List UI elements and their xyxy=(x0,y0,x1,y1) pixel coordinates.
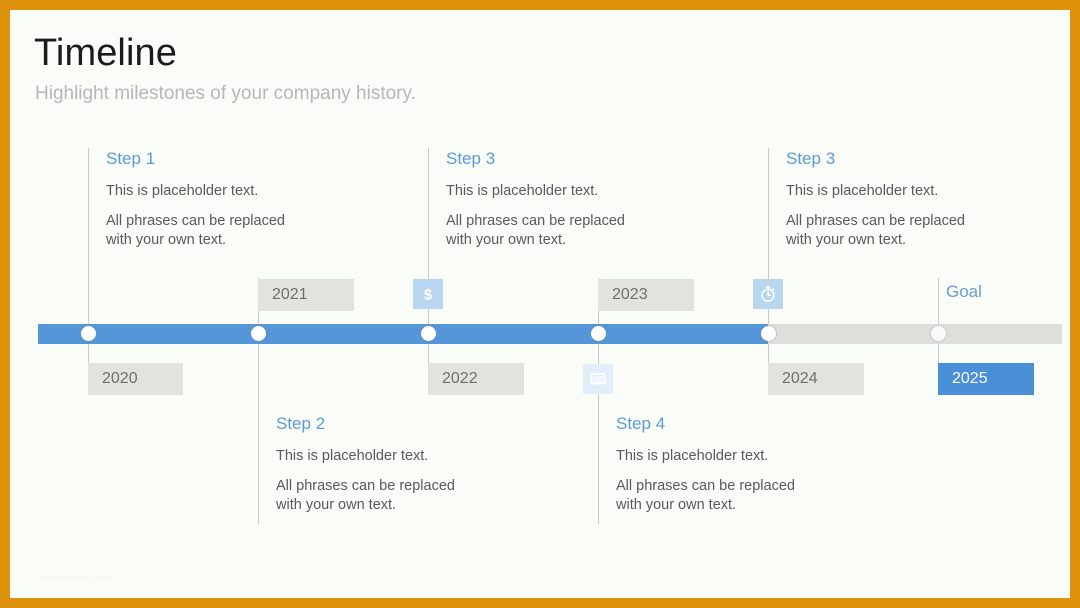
step-line: This is placeholder text. xyxy=(276,448,429,464)
step-line: All phrases can be replaced xyxy=(276,478,455,494)
step-line: All phrases can be replaced xyxy=(446,213,625,229)
timeline-node-2021[interactable] xyxy=(250,326,266,341)
step-title: Step 3 xyxy=(786,149,836,168)
timeline-node-2020[interactable] xyxy=(80,326,96,341)
slide-canvas: Timeline Highlight milestones of your co… xyxy=(10,10,1070,598)
step-line: This is placeholder text. xyxy=(446,183,599,199)
step-line: All phrases can be replaced xyxy=(106,213,285,229)
timeline-progress xyxy=(38,324,768,344)
goal-label: Goal xyxy=(946,282,982,301)
timeline-node-2025[interactable] xyxy=(930,326,946,341)
step-line: with your own text. xyxy=(276,497,397,513)
step-block-top-2: Step 3 This is placeholder text. All phr… xyxy=(428,149,748,271)
watermark: slidemodel.com xyxy=(42,573,111,583)
step-title: Step 3 xyxy=(446,149,496,168)
step-line: with your own text. xyxy=(616,497,737,513)
step-line: with your own text. xyxy=(446,232,567,248)
step-line: This is placeholder text. xyxy=(786,183,939,199)
dollar-icon[interactable]: $ xyxy=(413,279,443,309)
step-line: This is placeholder text. xyxy=(616,448,769,464)
slide-frame: Timeline Highlight milestones of your co… xyxy=(0,0,1080,608)
step-block-top-3: Step 3 This is placeholder text. All phr… xyxy=(768,149,1058,271)
step-title: Step 1 xyxy=(106,149,156,168)
year-chip-2024[interactable]: 2024 xyxy=(768,363,864,395)
year-chip-2025[interactable]: 2025 xyxy=(938,363,1034,395)
step-line: All phrases can be replaced xyxy=(786,213,965,229)
page-subtitle: Highlight milestones of your company his… xyxy=(35,83,416,104)
step-line: with your own text. xyxy=(786,232,907,248)
step-line: with your own text. xyxy=(106,232,227,248)
page-title: Timeline xyxy=(34,32,177,74)
timeline-node-2024[interactable] xyxy=(760,326,776,341)
year-chip-2022[interactable]: 2022 xyxy=(428,363,524,395)
step-line: This is placeholder text. xyxy=(106,183,259,199)
year-chip-2020[interactable]: 2020 xyxy=(88,363,183,395)
step-block-top-1: Step 1 This is placeholder text. All phr… xyxy=(88,149,408,271)
timeline-node-2022[interactable] xyxy=(420,326,436,341)
timeline-node-2023[interactable] xyxy=(590,326,606,341)
step-line: All phrases can be replaced xyxy=(616,478,795,494)
year-chip-2023[interactable]: 2023 xyxy=(598,279,694,311)
stopwatch-icon[interactable] xyxy=(753,279,783,309)
step-block-bottom-2: Step 4 This is placeholder text. All phr… xyxy=(598,414,918,524)
laptop-icon[interactable] xyxy=(583,364,613,394)
step-title: Step 4 xyxy=(616,414,666,433)
connector-line-goal xyxy=(937,278,939,324)
step-block-bottom-1: Step 2 This is placeholder text. All phr… xyxy=(258,414,578,524)
year-chip-2021[interactable]: 2021 xyxy=(258,279,354,311)
svg-text:$: $ xyxy=(424,287,433,304)
step-title: Step 2 xyxy=(276,414,326,433)
